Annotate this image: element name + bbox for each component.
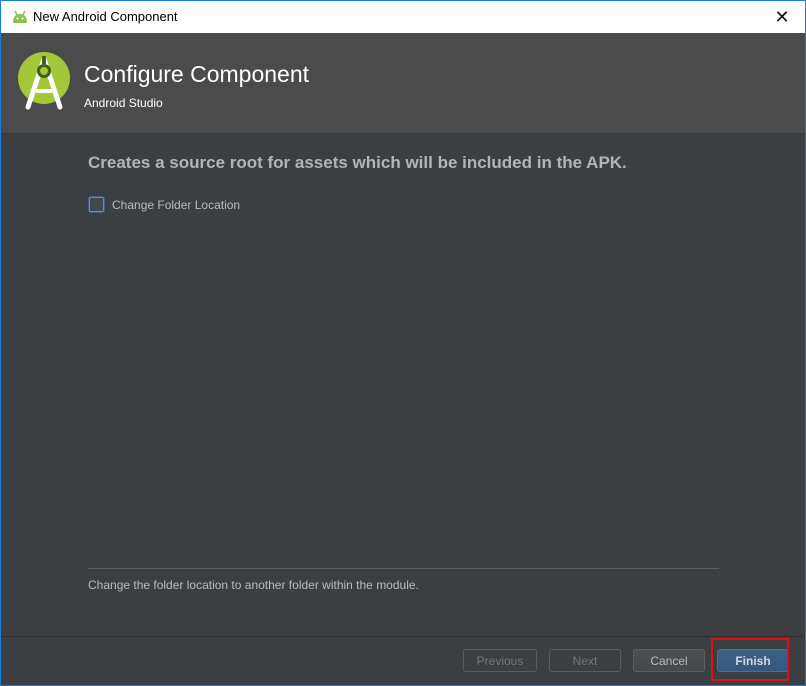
android-studio-logo-icon xyxy=(18,52,70,110)
dialog-window: New Android Component ✕ Configure Compon… xyxy=(0,0,806,686)
close-button[interactable]: ✕ xyxy=(759,1,805,33)
cancel-button[interactable]: Cancel xyxy=(633,649,705,672)
help-text: Change the folder location to another fo… xyxy=(88,578,419,592)
title-bar: New Android Component ✕ xyxy=(1,1,805,33)
page-title: Configure Component xyxy=(84,61,310,87)
change-folder-location-label[interactable]: Change Folder Location xyxy=(112,198,240,212)
component-description: Creates a source root for assets which w… xyxy=(88,153,627,172)
previous-button[interactable]: Previous xyxy=(463,649,537,672)
help-divider xyxy=(88,568,719,569)
close-icon: ✕ xyxy=(774,6,790,27)
android-icon xyxy=(13,10,27,23)
change-folder-location-checkbox[interactable] xyxy=(89,197,104,212)
wizard-content: Creates a source root for assets which w… xyxy=(1,134,805,636)
window-title: New Android Component xyxy=(33,9,178,24)
wizard-header: Configure Component Android Studio xyxy=(1,33,805,134)
page-subtitle: Android Studio xyxy=(84,96,163,110)
button-bar: Previous Next Cancel Finish xyxy=(1,636,805,685)
finish-button[interactable]: Finish xyxy=(717,649,789,672)
next-button[interactable]: Next xyxy=(549,649,621,672)
change-folder-location-option[interactable]: Change Folder Location xyxy=(89,197,240,212)
